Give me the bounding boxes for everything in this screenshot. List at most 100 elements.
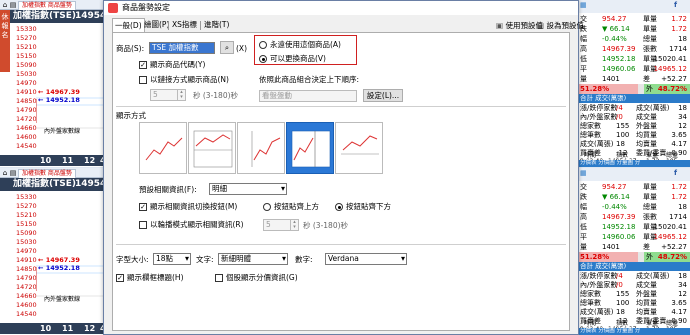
stats-row: 總家數 155 外盤量 12 xyxy=(578,290,690,299)
stats-header[interactable]: 合計 成交(萬張) xyxy=(578,94,690,103)
y-axis-tick-label: 14970 xyxy=(16,247,37,255)
rotate-rel-checkbox[interactable] xyxy=(139,221,147,229)
order-input[interactable]: 看盤盤動 xyxy=(259,90,357,102)
quote-value: 14967.39 xyxy=(602,45,636,53)
link-mode-checkbox[interactable] xyxy=(139,76,147,84)
stats-value2: 12 xyxy=(678,290,687,298)
quote-key: 量 xyxy=(580,243,587,251)
layout-option-2[interactable] xyxy=(188,122,236,174)
stats-key: 總家數 xyxy=(580,122,601,130)
stats-key2: 外盤量 xyxy=(636,290,657,298)
rotate-seconds-input[interactable]: 5 ▴ ▾ xyxy=(263,219,299,231)
radio-always-use[interactable] xyxy=(259,41,267,49)
font-size-select[interactable]: 18點 xyxy=(153,253,191,265)
quote-value2: 1.72 xyxy=(671,183,687,191)
radio-follow-top[interactable] xyxy=(263,203,271,211)
stats-key: 總筆數 xyxy=(580,299,601,307)
stats-value: /0 xyxy=(616,113,623,121)
stats-key: 成交(萬張) xyxy=(580,140,614,148)
quote-value2: +52.27 xyxy=(661,75,687,83)
quote-value: 954.27 xyxy=(602,15,627,23)
panel-title: 加權指數(TSE) xyxy=(13,11,76,21)
folder-icon[interactable]: ▤ xyxy=(9,169,17,177)
stats-value: /0 xyxy=(616,281,623,289)
home-icon[interactable]: ⌂ xyxy=(1,169,9,177)
layout-option-5[interactable] xyxy=(335,122,383,174)
stats-key: 漲/跌停家數 xyxy=(580,272,618,280)
quote-value2: 1714 xyxy=(669,213,687,221)
panel-tab[interactable]: 加權指數 商品盤勢 xyxy=(18,169,76,178)
quote-row: 低 14952.18 單量 15020.41 xyxy=(578,54,690,64)
panel-tab[interactable]: 加權指數 商品盤勢 xyxy=(18,1,76,10)
facebook-icon[interactable]: f xyxy=(674,168,677,178)
stats-header[interactable]: 合計 成交(萬張) xyxy=(578,262,690,271)
panel-price: 14954. xyxy=(75,179,105,189)
time-axis: 10 11 12 4 xyxy=(0,323,105,334)
product-search-button[interactable]: ⌕ xyxy=(220,41,234,54)
quote-value2: 1.72 xyxy=(671,15,687,23)
quote-row: 低 14952.18 單量 15020.41 xyxy=(578,222,690,232)
rotate-seconds-hint: 秒 (3-180)秒 xyxy=(303,221,349,230)
show-title-checkbox[interactable]: ✓ xyxy=(116,274,124,282)
stats-row: 總家數 155 外盤量 12 xyxy=(578,122,690,131)
y-axis-tick-label: 14600 xyxy=(16,133,37,141)
tab-xs-indicator[interactable]: XS指標 xyxy=(170,18,199,32)
grid-icon[interactable]: ▦ xyxy=(580,168,587,178)
stats-key2: 成交(萬張) xyxy=(636,272,670,280)
stats-key: 總筆數 xyxy=(580,131,601,139)
show-rel-info-label: 顯示相關資訊切換按鈕(M) xyxy=(150,202,238,211)
panel-footer-tabs[interactable]: 分價表 分價圖 分量圖 分 xyxy=(578,160,690,167)
set-default-link[interactable]: ▤ 設為預設值 xyxy=(537,20,584,31)
home-icon[interactable]: ⌂ xyxy=(1,1,9,9)
panel-footer-tabs[interactable]: 分價表 分價圖 分量圖 分 xyxy=(578,328,690,335)
product-input[interactable]: TSE 加權指數 xyxy=(149,42,215,54)
panel-tabbar: ⌂ ▤ 加權指數 商品盤勢 xyxy=(0,168,105,178)
quote-value2: 18 xyxy=(678,35,687,43)
link-seconds-hint: 秒 (3-180)秒 xyxy=(193,91,239,100)
tab-general[interactable]: 一般(D) xyxy=(112,18,145,32)
quote-value2: 15020.41 xyxy=(653,223,687,231)
layout-option-4[interactable] xyxy=(286,122,334,174)
text-font-select[interactable]: 新細明體 xyxy=(218,253,288,265)
save-icon: ▤ xyxy=(537,21,545,30)
radio-follow-bottom[interactable] xyxy=(335,203,343,211)
preset-info-select[interactable]: 明細 xyxy=(209,183,287,195)
facebook-icon[interactable]: f xyxy=(674,0,677,10)
radio-can-change-label: 可以更換商品(V) xyxy=(270,54,326,63)
high-marker: ← 14967.39 xyxy=(38,88,80,96)
sell-label: 外 xyxy=(646,85,653,93)
quote-value2: 15020.41 xyxy=(653,55,687,63)
product-x-label: (X) xyxy=(236,44,247,53)
display-mode-heading: 顯示方式 xyxy=(116,111,146,120)
right-quote-panel-top: ▦ f 交 954.27 單量 1.72 跌 ▼ 66.14 單量 1.72 幅 -0.44% 總量 18… xyxy=(578,0,690,167)
show-rel-info-checkbox[interactable]: ✓ xyxy=(139,203,147,211)
quote-row: 跌 ▼ 66.14 單量 1.72 xyxy=(578,24,690,34)
low-marker: ← 14952.18 xyxy=(38,264,80,272)
tab-advanced[interactable]: 進階(T) xyxy=(202,18,231,32)
show-code-checkbox[interactable]: ✓ xyxy=(139,61,147,69)
folder-icon[interactable]: ▤ xyxy=(9,1,17,9)
dialog-titlebar[interactable]: 商品盤勢設定 xyxy=(104,1,578,15)
tab-drawing[interactable]: 繪圖(P) xyxy=(142,18,171,32)
high-marker: ← 14967.39 xyxy=(38,256,80,264)
y-axis-tick-label: 14910 xyxy=(16,88,37,96)
tab-content-general: 商品(S): TSE 加權指數 ⌕ (X) ✓ 顯示商品代碼(Y) 以鏈接方式顯… xyxy=(112,32,570,331)
radio-can-change[interactable] xyxy=(259,55,267,63)
quote-row: 高 14967.39 張數 1714 xyxy=(578,212,690,222)
use-default-link[interactable]: ▣ 使用預設值 xyxy=(496,20,543,31)
grid-icon[interactable]: ▦ xyxy=(580,0,587,10)
y-axis-tick-label: 14540 xyxy=(16,310,37,318)
side-label: 休報名 xyxy=(0,10,10,72)
layout-option-1[interactable] xyxy=(139,122,187,174)
quote-row: 平 14960.06 單量 14965.12 xyxy=(578,232,690,242)
y-axis-tick-label: 15150 xyxy=(16,52,37,60)
quote-value2: 1.72 xyxy=(671,193,687,201)
y-axis-tick-label: 14660 xyxy=(16,292,37,300)
setup-button[interactable]: 設定(L)... xyxy=(363,89,403,102)
layout-option-3[interactable] xyxy=(237,122,285,174)
link-seconds-input[interactable]: 5 ▴ ▾ xyxy=(150,89,186,101)
hide-scale-checkbox[interactable] xyxy=(215,274,223,282)
number-font-select[interactable]: Verdana xyxy=(325,253,407,265)
stats-value2: 18 xyxy=(678,272,687,280)
radio-follow-top-label: 按鈕貼齊上方 xyxy=(274,202,319,211)
